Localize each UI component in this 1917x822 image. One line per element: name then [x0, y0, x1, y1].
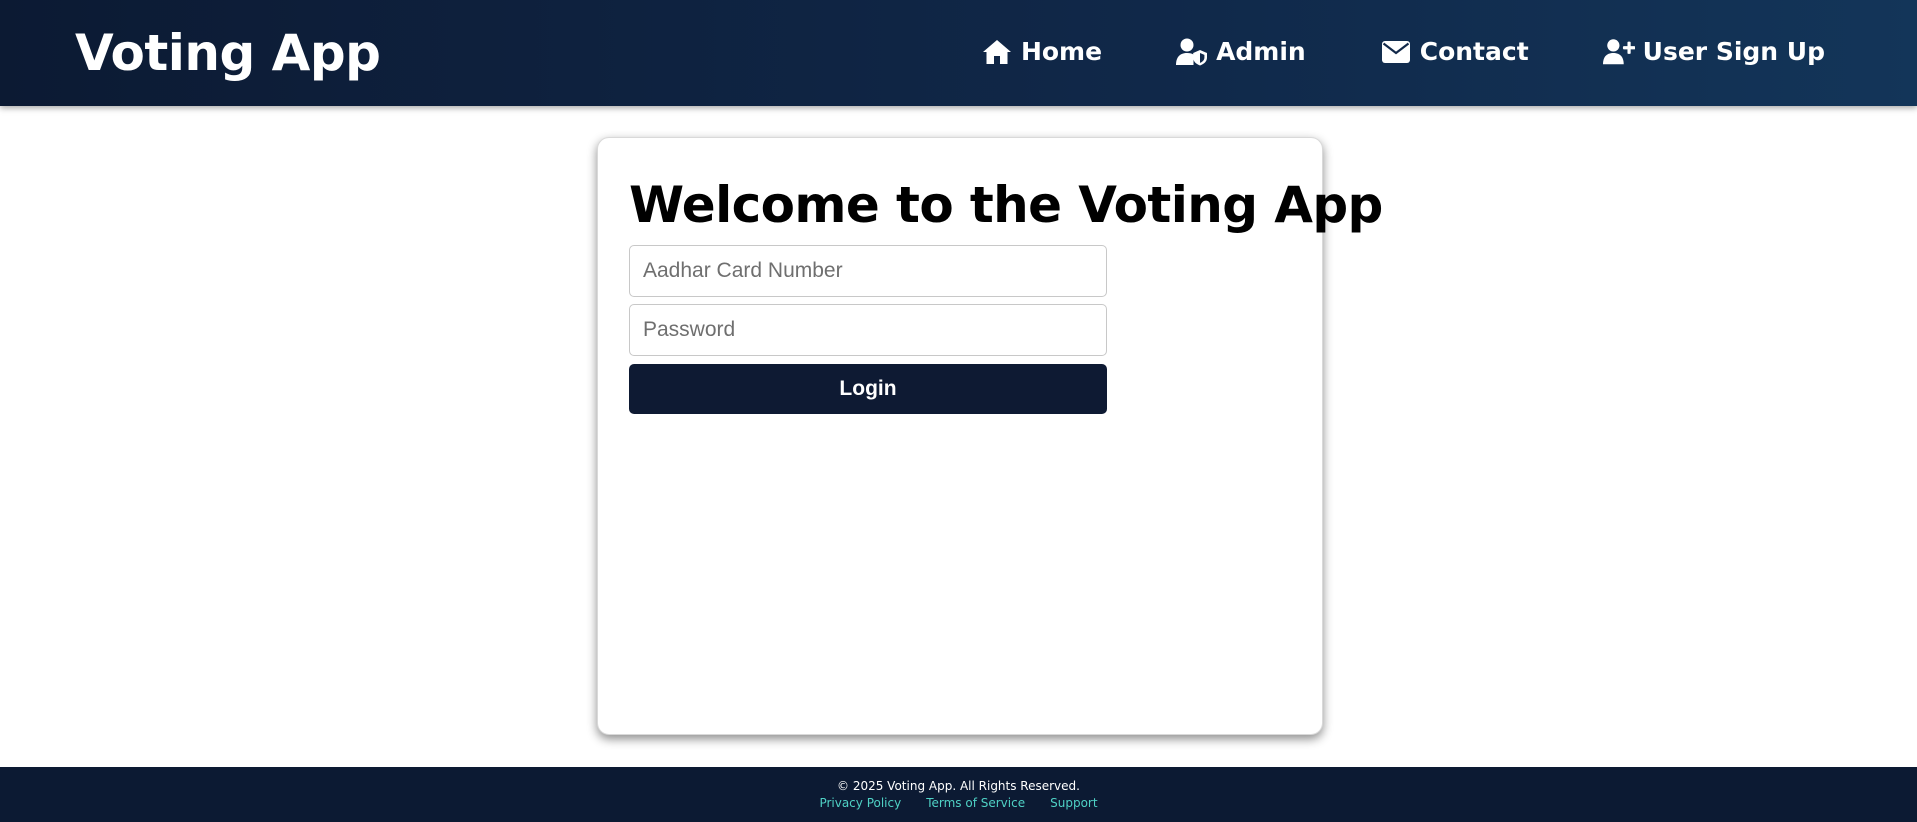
nav-contact-label: Contact	[1419, 37, 1529, 66]
login-button[interactable]: Login	[629, 364, 1107, 414]
privacy-policy-link[interactable]: Privacy Policy	[819, 795, 901, 811]
aadhar-number-input[interactable]	[629, 245, 1107, 297]
nav-admin-link[interactable]: Admin	[1176, 32, 1306, 72]
user-plus-icon	[1602, 37, 1635, 67]
brand-logo[interactable]: Voting App	[75, 22, 381, 84]
nav-home-label: Home	[1020, 37, 1103, 66]
login-card: Welcome to the Voting App Login	[597, 137, 1383, 735]
copyright-text: © 2025 Voting App. All Rights Reserved.	[837, 779, 1080, 793]
user-shield-icon	[1176, 37, 1208, 67]
main-nav: Home Admin Contact User Sign Up	[981, 32, 1825, 72]
nav-signup-label: User Sign Up	[1642, 37, 1825, 66]
nav-contact-link[interactable]: Contact	[1380, 32, 1529, 72]
terms-of-service-link[interactable]: Terms of Service	[926, 795, 1025, 811]
nav-admin-label: Admin	[1216, 37, 1306, 66]
nav-signup-link[interactable]: User Sign Up	[1602, 32, 1825, 72]
footer-links: Privacy Policy Terms of Service Support	[0, 795, 1917, 811]
page-title: Welcome to the Voting App	[629, 176, 1383, 234]
envelope-icon	[1380, 37, 1412, 67]
nav-home-link[interactable]: Home	[981, 32, 1102, 72]
password-input[interactable]	[629, 304, 1107, 356]
page-footer: © 2025 Voting App. All Rights Reserved. …	[0, 767, 1917, 822]
top-navbar: Voting App Home Admin Contact User Sign …	[0, 0, 1917, 106]
home-icon	[981, 37, 1013, 67]
support-link[interactable]: Support	[1050, 795, 1097, 811]
